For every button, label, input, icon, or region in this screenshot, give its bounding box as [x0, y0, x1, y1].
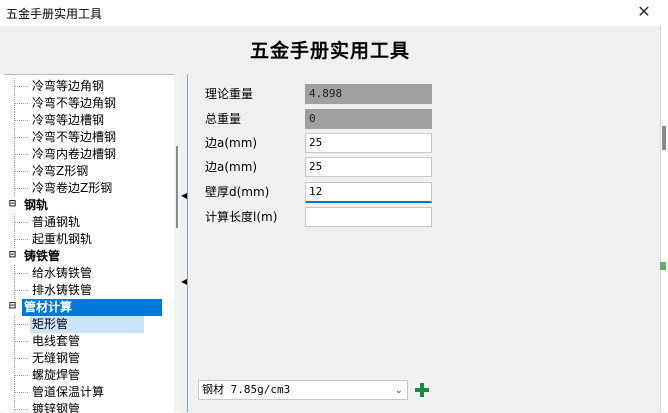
- tree-connector: [14, 239, 28, 240]
- collapse-icon[interactable]: ⊟: [8, 251, 17, 261]
- background-window-fragment: [660, 262, 666, 270]
- input-field[interactable]: 25: [305, 133, 432, 153]
- tree-category[interactable]: ⊟ 铸铁管: [4, 248, 174, 265]
- tree-item-label: 冷弯等边槽钢: [32, 113, 105, 127]
- header-banner: 五金手册实用工具: [0, 26, 660, 74]
- tree-item-label: 冷弯内卷边槽钢: [32, 147, 117, 161]
- tree-item[interactable]: 冷弯Z形钢: [4, 163, 174, 180]
- collapse-icon[interactable]: ⊟: [8, 200, 17, 210]
- collapse-icon[interactable]: ⊟: [8, 302, 17, 312]
- tree-item-label: 镀锌钢管: [32, 402, 81, 413]
- field-label: 理论重量: [205, 87, 254, 101]
- tree-connector: [14, 137, 28, 138]
- tree-connector: [14, 324, 28, 325]
- tree-connector: [14, 103, 28, 104]
- category-tree: 冷弯等边角钢 冷弯不等边角钢 冷弯等边槽钢 冷弯不等边槽钢 冷弯内卷边槽钢 冷弯Z形钢冷弯…: [4, 74, 180, 413]
- tree-connector: [14, 290, 28, 291]
- tree-category[interactable]: ⊟ 钢轨: [4, 197, 174, 214]
- tree-connector: [14, 188, 28, 189]
- scrollbar-thumb[interactable]: [176, 146, 178, 228]
- tree-item[interactable]: 冷弯等边角钢: [4, 78, 174, 95]
- tree-connector: [14, 222, 28, 223]
- tree-item-label: 冷弯等边角钢: [32, 79, 105, 93]
- input-field[interactable]: 12: [305, 182, 432, 203]
- tree-item-label: 钢轨: [24, 198, 49, 212]
- chevron-down-icon[interactable]: ⌄: [395, 382, 403, 400]
- tree-connector: [14, 120, 28, 121]
- tree-item[interactable]: 无缝钢管: [4, 350, 174, 367]
- tree-connector: [14, 358, 28, 359]
- tree-item[interactable]: 电线套管: [4, 333, 174, 350]
- tree-item-label: 起重机钢轨: [32, 232, 93, 246]
- tree-connector: [14, 341, 28, 342]
- tree-item[interactable]: 螺旋焊管: [4, 367, 174, 384]
- tree-item-label: 矩形管: [30, 316, 144, 333]
- tree-item[interactable]: 起重机钢轨: [4, 231, 174, 248]
- field-label: 总重量: [205, 112, 242, 126]
- tree-item-label: 冷弯不等边槽钢: [32, 130, 117, 144]
- tree-item[interactable]: 冷弯不等边槽钢: [4, 129, 174, 146]
- result-field: 0: [305, 109, 432, 129]
- tree-item-label: 管道保温计算: [32, 385, 105, 399]
- field-label: 边a(mm): [205, 160, 258, 174]
- field-label: 壁厚d(mm): [205, 185, 270, 199]
- tree-item-label: 管材计算: [22, 299, 162, 316]
- tree-item-label: 无缝钢管: [32, 351, 81, 365]
- tree-item[interactable]: 排水铸铁管: [4, 282, 174, 299]
- tree-item[interactable]: 冷弯不等边角钢: [4, 95, 174, 112]
- tree-item[interactable]: 冷弯卷边Z形钢: [4, 180, 174, 197]
- title-bar: 五金手册实用工具 ✕: [0, 0, 668, 27]
- tree-connector: [14, 409, 28, 410]
- plus-icon: [420, 383, 424, 397]
- tree-connector: [14, 273, 28, 274]
- close-icon[interactable]: ✕: [634, 2, 654, 21]
- tree-item[interactable]: 镀锌钢管: [4, 401, 174, 413]
- splitter-line: [187, 74, 188, 412]
- tree-item[interactable]: 普通钢轨: [4, 214, 174, 231]
- tree-item[interactable]: 冷弯内卷边槽钢: [4, 146, 174, 163]
- tree-connector: [14, 401, 15, 413]
- tree-item-label: 铸铁管: [24, 249, 61, 263]
- tree-connector: [14, 86, 28, 87]
- result-field: 4.898: [305, 84, 432, 104]
- tree-item[interactable]: 矩形管: [4, 316, 174, 333]
- input-field[interactable]: 25: [305, 157, 432, 177]
- tree-connector: [14, 171, 28, 172]
- material-select[interactable]: 钢材 7.85g/cm3 ⌄: [198, 380, 408, 400]
- material-selected-value: 钢材 7.85g/cm3: [202, 383, 291, 396]
- tree-item[interactable]: 给水铸铁管: [4, 265, 174, 282]
- tree-item-label: 冷弯Z形钢: [32, 164, 89, 178]
- tree-category[interactable]: ⊟ 管材计算: [4, 299, 174, 316]
- tree-item-label: 电线套管: [32, 334, 81, 348]
- field-label: 边a(mm): [205, 136, 258, 150]
- tree-item-label: 普通钢轨: [32, 215, 81, 229]
- tree-item-label: 冷弯不等边角钢: [32, 96, 117, 110]
- tree-item-label: 给水铸铁管: [32, 266, 93, 280]
- tree-connector: [14, 375, 28, 376]
- tree-item[interactable]: 管道保温计算: [4, 384, 174, 401]
- tree-item[interactable]: 冷弯等边槽钢: [4, 112, 174, 129]
- tree-item-label: 排水铸铁管: [32, 283, 93, 297]
- window-right-edge: [660, 26, 668, 412]
- page-title: 五金手册实用工具: [249, 40, 410, 62]
- tree-connector: [14, 392, 28, 393]
- add-material-button[interactable]: [414, 382, 430, 398]
- background-window-fragment: [662, 126, 666, 150]
- window-title: 五金手册实用工具: [6, 7, 103, 21]
- panel-splitter[interactable]: ◀ ◀: [180, 74, 190, 412]
- input-field[interactable]: [305, 207, 432, 227]
- tree-item-label: 螺旋焊管: [32, 368, 81, 382]
- tree-item-label: 冷弯卷边Z形钢: [32, 181, 113, 195]
- tree-connector: [14, 154, 28, 155]
- field-label: 计算长度l(m): [205, 210, 278, 224]
